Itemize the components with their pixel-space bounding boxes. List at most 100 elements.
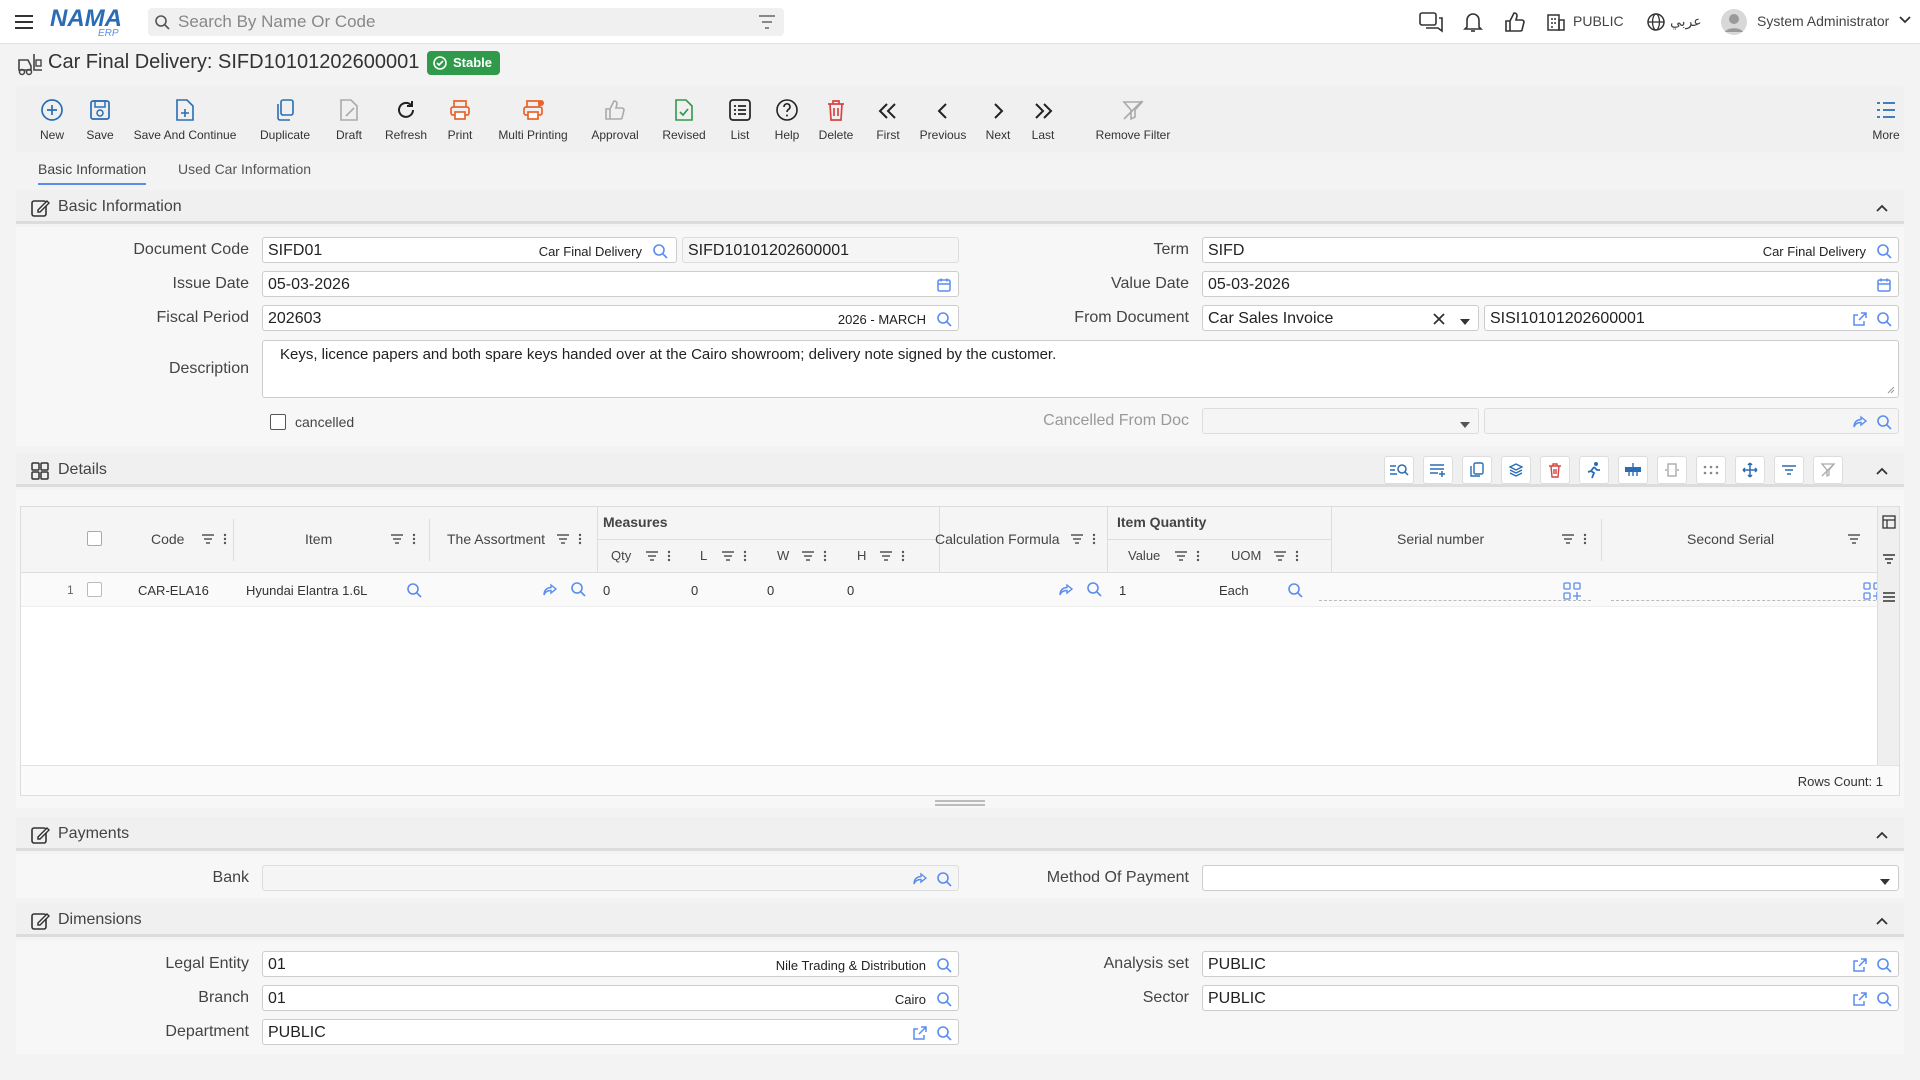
open-link-icon[interactable] xyxy=(912,1025,928,1041)
share-icon[interactable] xyxy=(542,582,558,598)
lookup-icon[interactable] xyxy=(570,581,586,597)
tab-basic-information[interactable]: Basic Information xyxy=(38,161,147,185)
dots-grid-icon[interactable] xyxy=(1696,456,1726,484)
last-button[interactable]: Last xyxy=(1026,86,1060,152)
refresh-button[interactable]: Refresh xyxy=(380,86,432,152)
lookup-icon[interactable] xyxy=(936,1025,952,1041)
column-filter-icon[interactable] xyxy=(201,533,215,545)
delete-row-icon[interactable] xyxy=(1540,456,1570,484)
collapse-chevron-icon[interactable] xyxy=(1874,200,1890,216)
column-menu-icon[interactable] xyxy=(578,533,582,545)
delete-button[interactable]: Delete xyxy=(814,86,858,152)
column-header-uom[interactable]: UOM xyxy=(1231,548,1261,563)
branch-label[interactable]: PUBLIC xyxy=(1573,13,1624,29)
cell-code[interactable]: CAR-ELA16 xyxy=(138,583,209,598)
share-icon[interactable] xyxy=(1852,414,1868,430)
run-icon[interactable] xyxy=(1579,456,1609,484)
share-icon[interactable] xyxy=(912,871,928,887)
lookup-icon[interactable] xyxy=(1876,243,1892,259)
second-serial-cell[interactable] xyxy=(1611,579,1881,601)
filter-icon[interactable] xyxy=(1882,553,1896,565)
cancelled-checkbox[interactable] xyxy=(270,414,286,430)
cell-value[interactable]: 1 xyxy=(1119,583,1126,598)
new-button[interactable]: New xyxy=(30,86,74,152)
cancelled-from-doc-select[interactable] xyxy=(1202,408,1479,434)
lookup-icon[interactable] xyxy=(406,582,422,598)
lookup-icon[interactable] xyxy=(1876,991,1892,1007)
column-header-serial[interactable]: Serial number xyxy=(1397,531,1484,547)
select-all-checkbox[interactable] xyxy=(87,531,102,546)
resize-handle-icon[interactable] xyxy=(1885,384,1895,394)
bank-field[interactable] xyxy=(262,865,959,891)
from-document-code-field[interactable]: SISI10101202600001 xyxy=(1484,305,1899,331)
open-link-icon[interactable] xyxy=(1852,991,1868,1007)
lookup-icon[interactable] xyxy=(936,871,952,887)
revised-button[interactable]: Revised xyxy=(656,86,712,152)
lookup-icon[interactable] xyxy=(936,311,952,327)
column-filter-icon[interactable] xyxy=(721,550,735,562)
draft-button[interactable]: Draft xyxy=(324,86,374,152)
column-header-assortment[interactable]: The Assortment xyxy=(447,531,545,547)
next-button[interactable]: Next xyxy=(980,86,1016,152)
column-menu-icon[interactable] xyxy=(667,550,671,562)
filter-icon[interactable] xyxy=(758,14,776,30)
collapse-chevron-icon[interactable] xyxy=(1874,913,1890,929)
column-header-l[interactable]: L xyxy=(700,548,707,563)
list-button[interactable]: List xyxy=(722,86,758,152)
chevron-down-icon[interactable] xyxy=(1898,15,1912,39)
open-link-icon[interactable] xyxy=(1852,311,1868,327)
row-checkbox[interactable] xyxy=(87,582,102,597)
department-field[interactable]: PUBLIC xyxy=(262,1019,959,1045)
column-header-value[interactable]: Value xyxy=(1128,548,1160,563)
column-filter-icon[interactable] xyxy=(1847,533,1861,545)
lookup-icon[interactable] xyxy=(1876,311,1892,327)
clear-icon[interactable] xyxy=(1432,311,1446,327)
lookup-icon[interactable] xyxy=(1876,414,1892,430)
column-menu-icon[interactable] xyxy=(412,533,416,545)
column-header-h[interactable]: H xyxy=(857,548,866,563)
approval-button[interactable]: Approval xyxy=(584,86,646,152)
column-header-code[interactable]: Code xyxy=(151,531,184,547)
column-menu-icon[interactable] xyxy=(1583,533,1587,545)
bell-icon[interactable] xyxy=(1460,10,1486,34)
save-button[interactable]: Save xyxy=(78,86,122,152)
term-field[interactable]: SIFD Car Final Delivery xyxy=(1202,237,1899,263)
first-button[interactable]: First xyxy=(870,86,906,152)
column-menu-icon[interactable] xyxy=(823,550,827,562)
column-menu-icon[interactable] xyxy=(1196,550,1200,562)
resize-grip-icon[interactable] xyxy=(935,800,985,806)
column-filter-icon[interactable] xyxy=(801,550,815,562)
column-filter-icon[interactable] xyxy=(1561,533,1575,545)
move-icon[interactable] xyxy=(1735,456,1765,484)
menu-icon[interactable] xyxy=(12,10,36,34)
fiscal-period-field[interactable]: 202603 2026 - MARCH xyxy=(262,305,959,331)
analysis-set-field[interactable]: PUBLIC xyxy=(1202,951,1899,977)
caret-down-icon[interactable] xyxy=(1458,314,1472,330)
lookup-icon[interactable] xyxy=(936,991,952,1007)
columns-icon[interactable] xyxy=(1882,515,1896,529)
sort-icon[interactable] xyxy=(1774,456,1804,484)
caret-down-icon[interactable] xyxy=(1878,874,1892,890)
column-header-item[interactable]: Item xyxy=(305,531,332,547)
cell-qty[interactable]: 0 xyxy=(603,583,610,598)
document-code-field[interactable]: SIFD01 Car Final Delivery xyxy=(262,237,677,263)
dimensions-header[interactable]: Dimensions xyxy=(16,903,1904,937)
cell-h[interactable]: 0 xyxy=(847,583,854,598)
column-menu-icon[interactable] xyxy=(901,550,905,562)
from-document-type-select[interactable]: Car Sales Invoice xyxy=(1202,305,1479,331)
description-textarea[interactable]: Keys, licence papers and both spare keys… xyxy=(262,340,1899,398)
user-avatar-icon[interactable] xyxy=(1720,8,1748,35)
collapse-chevron-icon[interactable] xyxy=(1874,463,1890,479)
search-input[interactable] xyxy=(178,12,738,32)
value-date-field[interactable]: 05-03-2026 xyxy=(1202,271,1899,297)
payments-header[interactable]: Payments xyxy=(16,817,1904,851)
open-link-icon[interactable] xyxy=(1852,957,1868,973)
lookup-icon[interactable] xyxy=(936,957,952,973)
lookup-icon[interactable] xyxy=(1876,957,1892,973)
column-menu-icon[interactable] xyxy=(1092,533,1096,545)
lookup-icon[interactable] xyxy=(1086,581,1102,597)
cell-w[interactable]: 0 xyxy=(767,583,774,598)
tab-used-car-information[interactable]: Used Car Information xyxy=(178,161,311,177)
column-filter-icon[interactable] xyxy=(1174,550,1188,562)
cancelled-from-doc-code-field[interactable] xyxy=(1484,408,1899,434)
